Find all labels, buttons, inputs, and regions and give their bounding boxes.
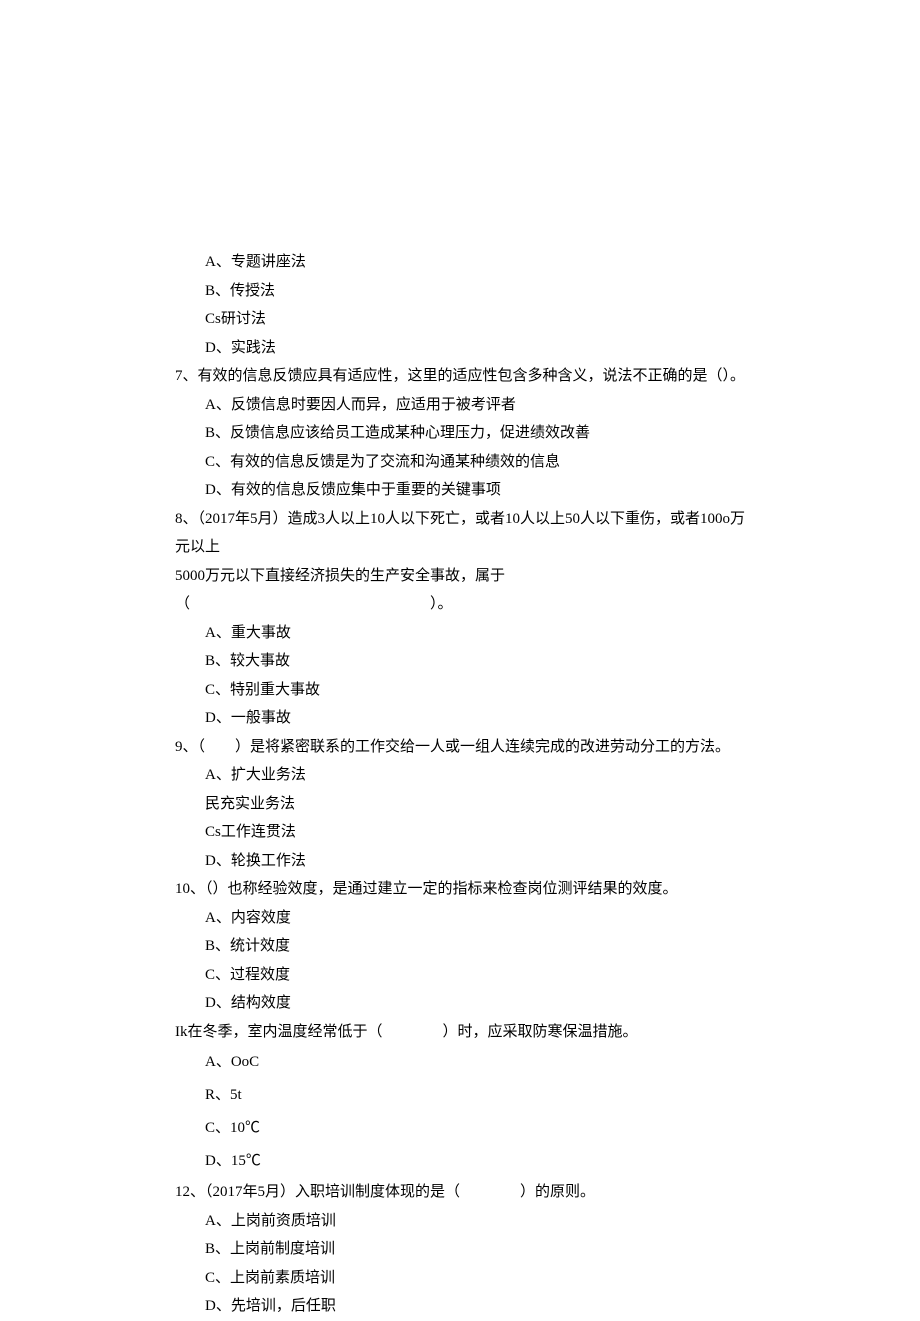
q8-option-b: B、较大事故 (175, 647, 745, 676)
q7-option-c: C、有效的信息反馈是为了交流和沟通某种绩效的信息 (175, 448, 745, 477)
q9-option-a: A、扩大业务法 (175, 761, 745, 790)
q7-text: 7、有效的信息反馈应具有适应性，这里的适应性包含多种含义，说法不正确的是（）。 (175, 362, 745, 391)
q10-option-b: B、统计效度 (175, 932, 745, 961)
q6-option-d: D、实践法 (175, 334, 745, 363)
q11-option-c: C、10℃ (175, 1112, 745, 1145)
q10-text: 10、（）也称经验效度，是通过建立一定的指标来检查岗位测评结果的效度。 (175, 875, 745, 904)
q8-option-a: A、重大事故 (175, 619, 745, 648)
q7-option-a: A、反馈信息时要因人而异，应适用于被考评者 (175, 391, 745, 420)
q12-option-a: A、上岗前资质培训 (175, 1207, 745, 1236)
q11-option-a: A、OoC (175, 1046, 745, 1079)
q9-option-c: Cs工作连贯法 (175, 818, 745, 847)
q6-option-c: Cs研讨法 (175, 305, 745, 334)
q8-option-d: D、一般事故 (175, 704, 745, 733)
q7-option-b: B、反馈信息应该给员工造成某种心理压力，促进绩效改善 (175, 419, 745, 448)
q11-option-d: D、15℃ (175, 1145, 745, 1178)
q10-option-d: D、结构效度 (175, 989, 745, 1018)
q10-option-a: A、内容效度 (175, 904, 745, 933)
q8-text-line1: 8、（2017年5月）造成3人以上10人以下死亡，或者10人以上50人以下重伤，… (175, 505, 745, 562)
q9-option-d: D、轮换工作法 (175, 847, 745, 876)
q6-option-b: B、传授法 (175, 277, 745, 306)
q8-text-line2: 5000万元以下直接经济损失的生产安全事故，属于（ ）。 (175, 562, 745, 619)
q12-option-d: D、先培训，后任职 (175, 1292, 745, 1321)
q6-option-a: A、专题讲座法 (175, 248, 745, 277)
q9-text: 9、（ ）是将紧密联系的工作交给一人或一组人连续完成的改进劳动分工的方法。 (175, 733, 745, 762)
q12-option-b: B、上岗前制度培训 (175, 1235, 745, 1264)
q11-option-b: R、5t (175, 1079, 745, 1112)
q12-text: 12、（2017年5月）入职培训制度体现的是（ ）的原则。 (175, 1178, 745, 1207)
q7-option-d: D、有效的信息反馈应集中于重要的关键事项 (175, 476, 745, 505)
q12-option-c: C、上岗前素质培训 (175, 1264, 745, 1293)
q11-text: Ik在冬季，室内温度经常低于（ ）时，应采取防寒保温措施。 (175, 1018, 745, 1047)
q9-option-b: 民充实业务法 (175, 790, 745, 819)
q8-option-c: C、特别重大事故 (175, 676, 745, 705)
q10-option-c: C、过程效度 (175, 961, 745, 990)
document-page: A、专题讲座法 B、传授法 Cs研讨法 D、实践法 7、有效的信息反馈应具有适应… (0, 0, 920, 1321)
